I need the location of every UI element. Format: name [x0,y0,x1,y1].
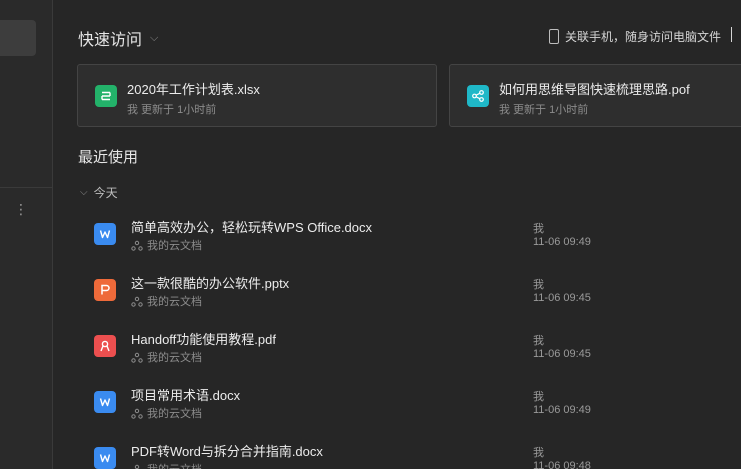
today-group-toggle[interactable]: ⌵ 今天 [80,184,118,201]
quick-access-card[interactable]: 2020年工作计划表.xlsx 我 更新于 1小时前 [77,64,437,127]
file-location-label: 我的云文档 [147,352,202,364]
file-name: PDF转Word与拆分合并指南.docx [131,444,323,459]
chevron-down-icon: ⌵ [80,187,88,198]
recent-section-title: 最近使用 [78,149,139,166]
file-location: 我的云文档 [131,293,202,309]
file-location-label: 我的云文档 [147,461,202,469]
word-doc-icon [94,223,116,245]
file-location-label: 我的云文档 [147,296,202,308]
file-location: 我的云文档 [131,349,202,365]
file-location: 我的云文档 [131,461,202,469]
group-label: 今天 [93,186,118,200]
word-doc-icon [94,447,116,469]
more-options-icon[interactable]: ⋮ [14,199,28,219]
file-owner: 我 [533,447,544,459]
file-owner: 我 [533,279,544,291]
spreadsheet-icon [95,85,117,107]
quick-access-title: 快速访问 [78,32,143,49]
recent-file-row[interactable]: 这一款很酷的办公软件.pptx 我的云文档 我 11-06 09:45 [78,268,738,324]
recent-file-row[interactable]: PDF转Word与拆分合并指南.docx 我的云文档 我 11-06 09:48 [78,436,738,469]
chevron-down-icon: ⌵ [150,31,159,44]
recent-file-row[interactable]: 简单高效办公，轻松玩转WPS Office.docx 我的云文档 我 11-06… [78,212,738,268]
app-window: ⋮ 快速访问 ⌵ 关联手机，随身访问电脑文件 2020年工作计划表.xlsx 我… [0,0,741,469]
cloud-share-icon [134,464,140,469]
mindmap-icon [467,85,489,107]
file-name: 项目常用术语.docx [131,388,241,403]
file-owner: 我 [533,223,544,235]
card-updated-meta: 我 更新于 1小时前 [499,104,589,116]
quick-access-card[interactable]: 如何用思维导图快速梳理思路.pof 我 更新于 1小时前 [449,64,741,127]
link-phone-label: 关联手机，随身访问电脑文件 [564,30,721,44]
file-location-label: 我的云文档 [147,408,202,420]
cloud-share-icon [131,352,143,363]
file-time: 11-06 09:49 [533,404,591,416]
sidebar-divider [0,187,53,188]
cloud-share-icon [131,296,143,307]
presentation-icon [94,279,116,301]
file-location: 我的云文档 [131,237,202,253]
file-time: 11-06 09:45 [533,292,591,304]
file-name: 简单高效办公，轻松玩转WPS Office.docx [131,220,373,235]
sidebar-selected-item[interactable] [0,20,36,56]
file-location-label: 我的云文档 [147,240,202,252]
file-time: 11-06 09:45 [533,348,591,360]
cloud-share-icon [131,408,143,419]
file-name: 这一款很酷的办公软件.pptx [131,276,290,291]
quick-access-header[interactable]: 快速访问 ⌵ [78,26,158,50]
header-edge-divider [731,27,732,42]
cloud-share-icon [131,240,143,251]
card-updated-meta: 我 更新于 1小时前 [127,104,217,116]
recent-file-row[interactable]: 项目常用术语.docx 我的云文档 我 11-06 09:49 [78,380,738,436]
file-time: 11-06 09:48 [533,460,591,469]
recent-file-row[interactable]: Handoff功能使用教程.pdf 我的云文档 我 11-06 09:45 [78,324,738,380]
pdf-icon [94,335,116,357]
file-name: Handoff功能使用教程.pdf [131,332,276,347]
word-doc-icon [94,391,116,413]
card-file-name: 2020年工作计划表.xlsx [127,82,260,97]
left-sidebar: ⋮ [0,0,53,469]
file-owner: 我 [533,335,544,347]
phone-icon [548,29,559,44]
file-time: 11-06 09:49 [533,236,591,248]
file-location: 我的云文档 [131,405,202,421]
card-file-name: 如何用思维导图快速梳理思路.pof [499,82,690,97]
link-phone-button[interactable]: 关联手机，随身访问电脑文件 [548,28,721,45]
file-owner: 我 [533,391,544,403]
